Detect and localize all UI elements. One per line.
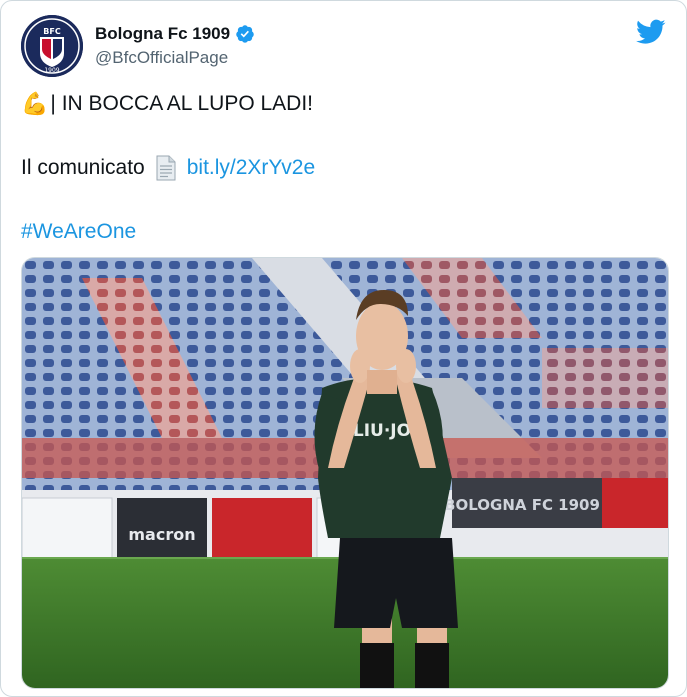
tweet-card[interactable]: BFC 1909 Bologna Fc 1909 @BfcOfficialPag…	[0, 0, 687, 697]
tweet-header: BFC 1909 Bologna Fc 1909 @BfcOfficialPag…	[21, 15, 666, 77]
tweet-line-1-text: | IN BOCCA AL LUPO LADI!	[50, 92, 314, 115]
twitter-bird-icon[interactable]	[636, 19, 666, 45]
shortlink[interactable]: bit.ly/2XrYv2e	[187, 154, 315, 182]
ad-board-bologna: BOLOGNA FC 1909	[444, 496, 600, 514]
hashtag-link[interactable]: #WeAreOne	[21, 218, 136, 246]
jersey-sponsor: LIU·JO	[353, 421, 411, 441]
ad-board-macron: macron	[128, 525, 195, 544]
flexed-biceps-emoji: 💪	[21, 91, 49, 116]
display-name[interactable]: Bologna Fc 1909	[95, 24, 230, 44]
stadium-player-photo: macron BOLOGNA FC 1909 LIU·JO	[22, 258, 668, 688]
tweet-photo[interactable]: macron BOLOGNA FC 1909 LIU·JO	[21, 257, 669, 689]
author-names: Bologna Fc 1909 @BfcOfficialPage	[95, 24, 255, 68]
avatar-initials: BFC	[43, 27, 61, 36]
avatar-year: 1909	[44, 67, 59, 74]
document-icon	[156, 155, 176, 181]
tweet-line-3: #WeAreOne	[21, 215, 666, 249]
display-name-row: Bologna Fc 1909	[95, 24, 255, 44]
handle[interactable]: @BfcOfficialPage	[95, 48, 255, 68]
verified-badge-icon	[236, 25, 254, 43]
tweet-text: 💪 | IN BOCCA AL LUPO LADI! Il comunicato…	[21, 87, 666, 249]
bologna-crest-icon: BFC 1909	[21, 15, 83, 77]
tweet-line-1: 💪 | IN BOCCA AL LUPO LADI!	[21, 87, 666, 121]
avatar[interactable]: BFC 1909	[21, 15, 83, 77]
tweet-line-2: Il comunicato bit.ly/2XrYv2e	[21, 151, 666, 185]
tweet-line-2-text: Il comunicato	[21, 156, 145, 179]
